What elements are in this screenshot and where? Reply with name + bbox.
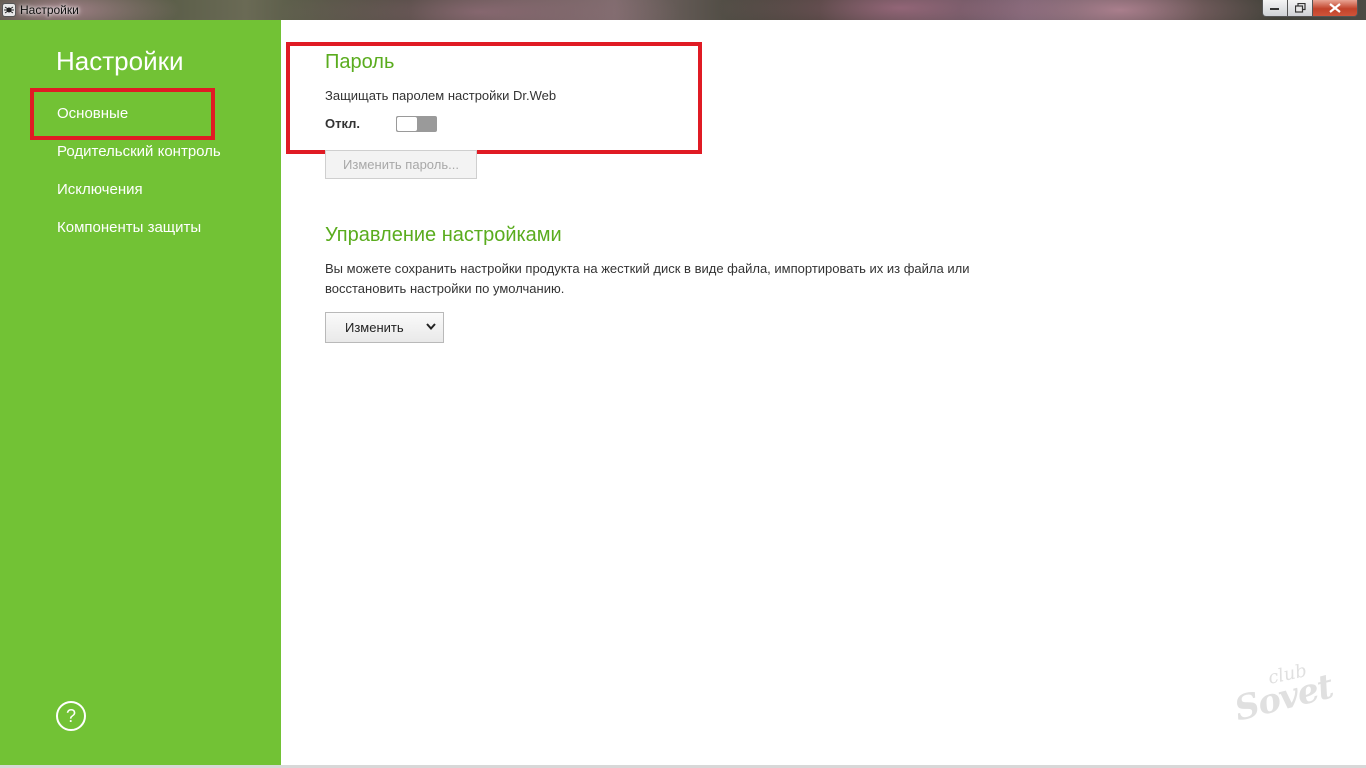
settings-management-title: Управление настройками bbox=[325, 224, 562, 246]
change-password-button[interactable]: Изменить пароль... bbox=[325, 150, 477, 179]
title-bar: Настройки bbox=[0, 0, 1366, 20]
window-title: Настройки bbox=[20, 3, 79, 17]
minimize-button[interactable] bbox=[1262, 0, 1288, 17]
maximize-button[interactable] bbox=[1288, 0, 1313, 17]
password-section-title: Пароль bbox=[325, 51, 395, 73]
sidebar-item-protection-components[interactable]: Компоненты защиты bbox=[57, 219, 201, 236]
close-icon bbox=[1329, 3, 1341, 13]
password-toggle-label: Откл. bbox=[325, 116, 361, 131]
chevron-down-icon bbox=[426, 323, 436, 331]
password-description: Защищать паролем настройки Dr.Web bbox=[325, 88, 557, 103]
sidebar-item-parental-control[interactable]: Родительский контроль bbox=[57, 143, 221, 160]
sidebar-item-exclusions[interactable]: Исключения bbox=[57, 181, 143, 198]
settings-management-description-line1: Вы можете сохранить настройки продукта н… bbox=[325, 261, 970, 276]
change-settings-label: Изменить bbox=[345, 320, 404, 335]
drweb-spider-icon bbox=[2, 3, 16, 17]
toggle-knob bbox=[397, 117, 417, 131]
help-icon[interactable]: ? bbox=[56, 701, 86, 731]
change-settings-dropdown[interactable]: Изменить bbox=[325, 312, 444, 343]
settings-management-description-line2: восстановить настройки по умолчанию. bbox=[325, 281, 565, 296]
password-toggle[interactable] bbox=[396, 116, 437, 132]
window-controls bbox=[1262, 0, 1358, 17]
watermark-logo: club Sovet bbox=[1231, 660, 1337, 734]
minimize-icon bbox=[1270, 8, 1279, 10]
help-symbol: ? bbox=[65, 705, 76, 726]
sidebar-item-main[interactable]: Основные bbox=[57, 105, 128, 122]
main-content: Пароль Защищать паролем настройки Dr.Web… bbox=[281, 20, 1366, 768]
sidebar-title: Настройки bbox=[56, 46, 184, 76]
close-button[interactable] bbox=[1313, 0, 1358, 17]
maximize-icon bbox=[1294, 3, 1306, 13]
sidebar: Настройки Основные Родительский контроль… bbox=[0, 20, 281, 768]
